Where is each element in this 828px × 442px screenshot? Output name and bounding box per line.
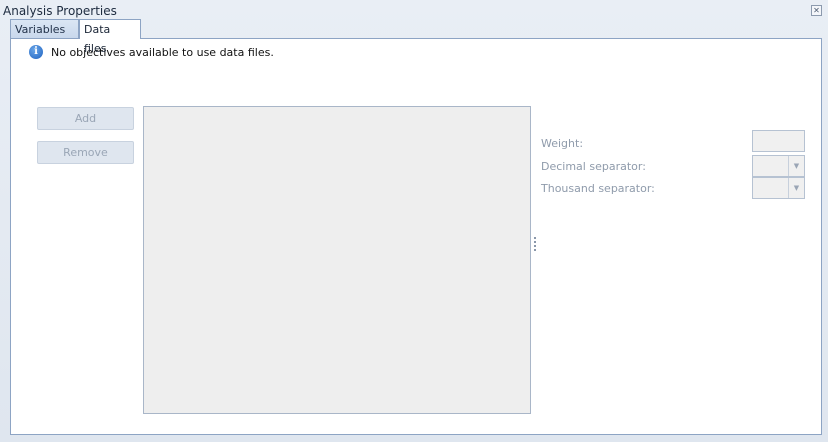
panel-title: Analysis Properties: [3, 4, 117, 18]
thousand-separator-select[interactable]: ▼: [752, 177, 805, 199]
decimal-separator-select[interactable]: ▼: [752, 155, 805, 177]
tab-variables[interactable]: Variables: [10, 19, 79, 38]
chevron-down-icon[interactable]: ▼: [788, 178, 804, 198]
decimal-separator-label: Decimal separator:: [541, 160, 646, 173]
info-message: i No objectives available to use data fi…: [29, 44, 274, 60]
splitter-dot: [534, 249, 536, 251]
weight-label: Weight:: [541, 137, 584, 150]
remove-button[interactable]: Remove: [37, 141, 134, 164]
splitter-dot: [534, 245, 536, 247]
data-files-list[interactable]: [143, 106, 531, 414]
splitter-dot: [534, 237, 536, 239]
thousand-separator-label: Thousand separator:: [541, 182, 655, 195]
splitter-dot: [534, 241, 536, 243]
chevron-down-icon[interactable]: ▼: [788, 156, 804, 176]
analysis-properties-panel: Analysis Properties ✕ Variables Data fil…: [0, 0, 828, 442]
weight-input[interactable]: [752, 130, 805, 152]
close-icon[interactable]: ✕: [811, 5, 822, 16]
splitter-handle[interactable]: [534, 237, 537, 257]
info-icon: i: [29, 45, 43, 59]
tab-data-files[interactable]: Data files: [79, 19, 141, 55]
add-button[interactable]: Add: [37, 107, 134, 130]
